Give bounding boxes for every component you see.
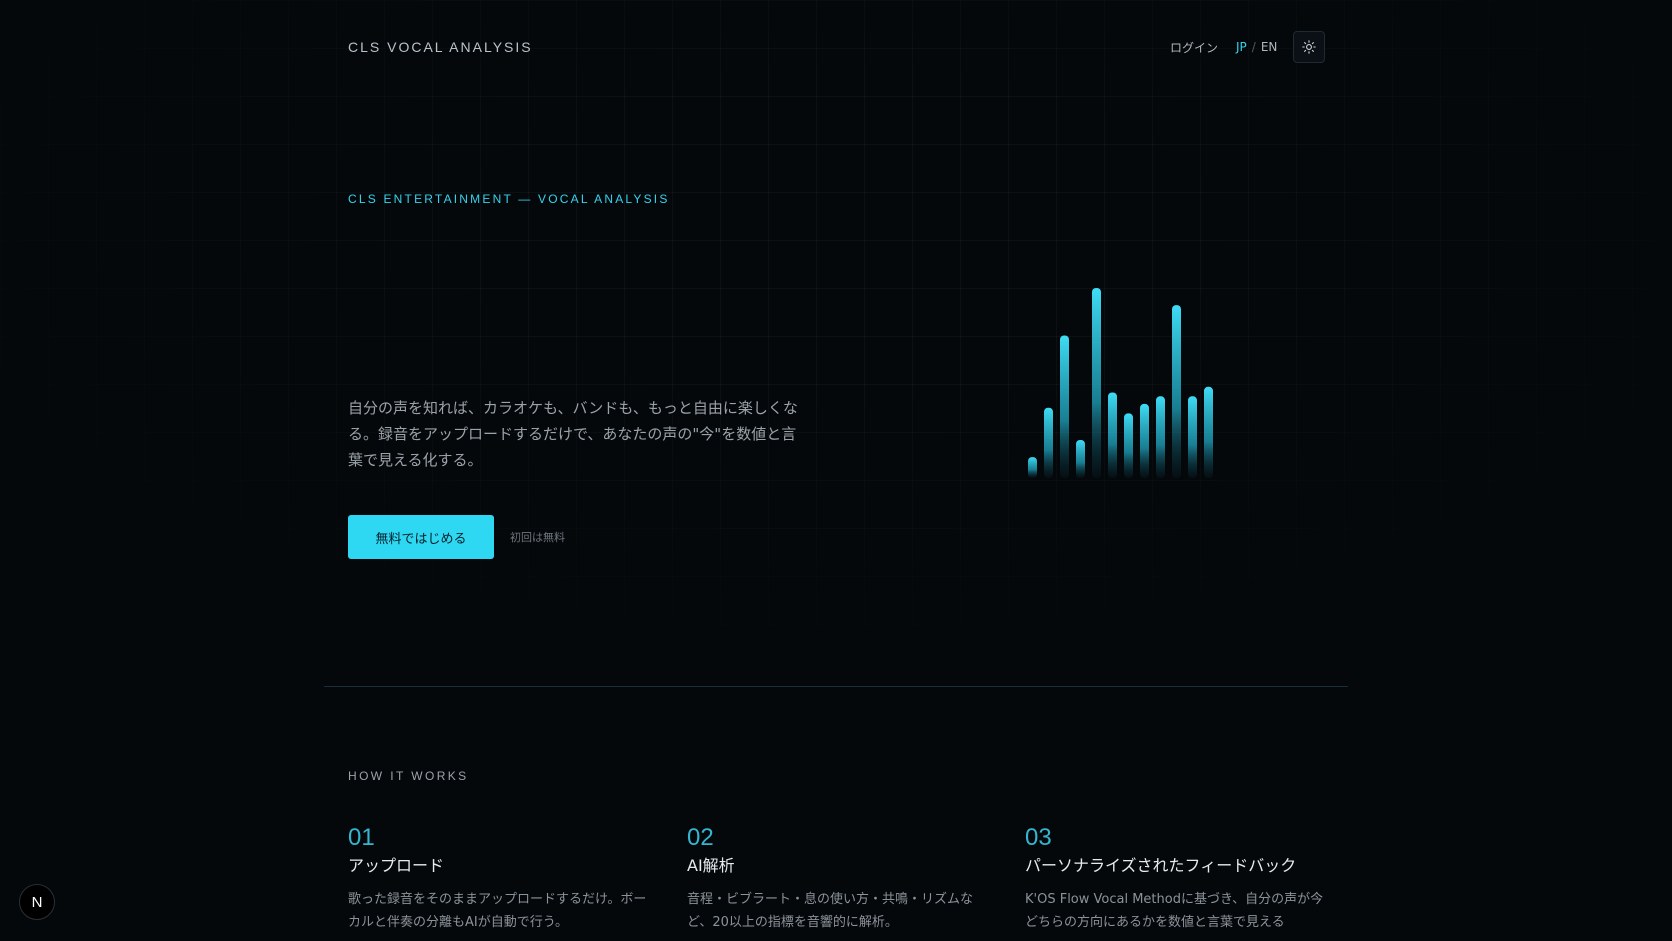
lang-jp-toggle[interactable]: JP <box>1236 40 1247 54</box>
step-title: AI解析 <box>687 856 735 875</box>
framework-badge[interactable]: N <box>19 884 55 920</box>
level-bar <box>1092 288 1101 478</box>
level-bar <box>1140 403 1149 478</box>
level-bar <box>1108 392 1117 478</box>
step-title: パーソナライズされたフィードバック <box>1025 856 1297 875</box>
step-number: 01 <box>348 824 375 851</box>
lang-en-toggle[interactable]: EN <box>1261 40 1278 54</box>
step-card: 01 アップロード 歌った録音をそのままアップロードするだけ。ボーカルと伴奏の分… <box>348 824 648 934</box>
hero-description: 自分の声を知れば、カラオケも、バンドも、もっと自由に楽しくなる。録音をアップロー… <box>348 399 798 469</box>
header-nav: ログイン JP / EN <box>1170 31 1326 63</box>
level-bar <box>1028 457 1037 478</box>
level-bar <box>1204 386 1213 478</box>
step-description: K'OS Flow Vocal Methodに基づき、自分の声が今どちらの方向に… <box>1025 892 1324 930</box>
level-bar <box>1124 413 1133 478</box>
level-bar <box>1044 407 1053 478</box>
how-it-works-heading: HOW IT WORKS <box>348 769 469 783</box>
step-number: 02 <box>687 824 714 851</box>
level-bar <box>1172 305 1181 478</box>
hero-eyebrow: CLS ENTERTAINMENT — VOCAL ANALYSIS <box>348 192 670 206</box>
sun-icon <box>1302 40 1317 54</box>
start-free-button[interactable]: 無料ではじめる <box>348 515 494 559</box>
step-description: 歌った録音をそのままアップロードするだけ。ボーカルと伴奏の分離もAIが自動で行う… <box>348 892 647 930</box>
brand-logo[interactable]: CLS VOCAL ANALYSIS <box>348 39 533 55</box>
first-time-free-note: 初回は無料 <box>510 531 565 544</box>
lang-separator: / <box>1251 40 1256 54</box>
level-bar <box>1188 396 1197 478</box>
grid-background <box>0 0 1672 941</box>
theme-toggle-button[interactable] <box>1293 31 1326 63</box>
login-link[interactable]: ログイン <box>1170 39 1218 56</box>
level-bar <box>1076 440 1085 478</box>
step-number: 03 <box>1025 824 1052 851</box>
step-title: アップロード <box>348 856 445 875</box>
section-divider <box>324 686 1348 687</box>
level-bar <box>1156 396 1165 478</box>
step-card: 02 AI解析 音程・ビブラート・息の使い方・共鳴・リズムなど、20以上の指標を… <box>687 824 987 934</box>
level-bar <box>1060 335 1069 478</box>
step-card: 03 パーソナライズされたフィードバック K'OS Flow Vocal Met… <box>1025 824 1325 934</box>
step-description: 音程・ビブラート・息の使い方・共鳴・リズムなど、20以上の指標を音響的に解析。 <box>687 892 974 930</box>
audio-level-visualizer <box>1028 288 1213 478</box>
